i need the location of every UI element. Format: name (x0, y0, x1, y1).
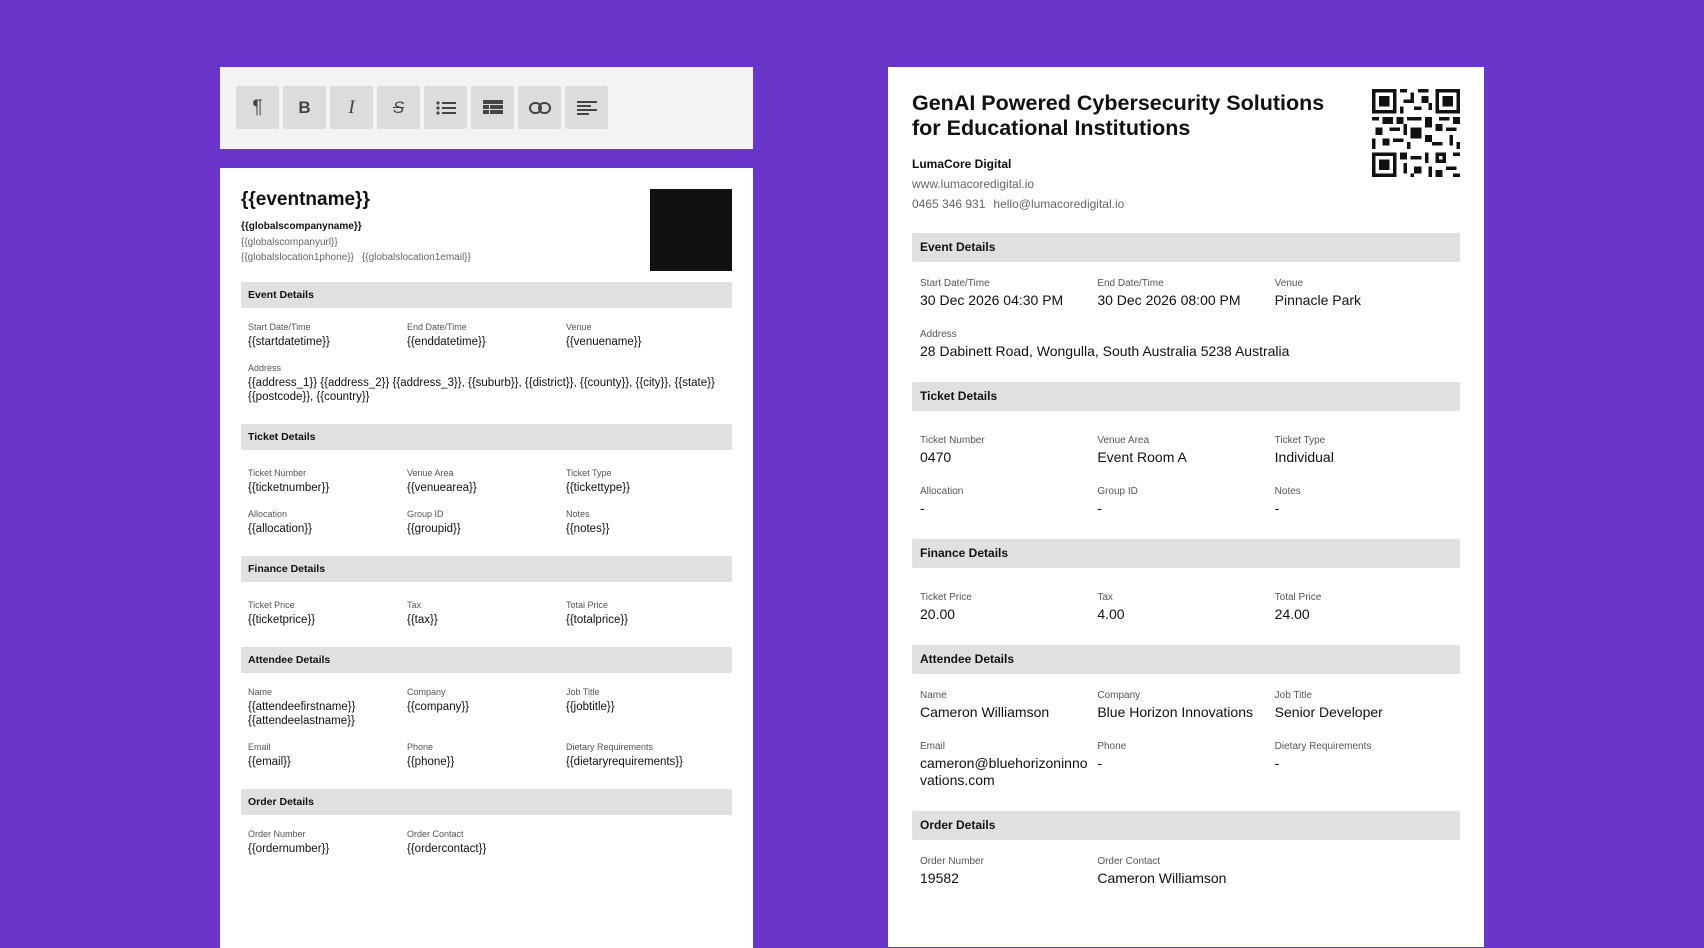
template-finance-details-heading: Finance Details (241, 556, 732, 582)
ticket-preview: GenAI Powered Cybersecurity Solutions fo… (888, 67, 1484, 947)
bulleted-list-button[interactable] (424, 86, 467, 129)
field-notes: Notes {{notes}} (566, 509, 610, 535)
field-venue-area: Venue Area {{venuearea}} (407, 468, 477, 494)
align-left-icon (576, 100, 597, 115)
field-name: Name {{attendeefirstname}} {{attendeelast… (248, 687, 356, 727)
preview-event-details: Start Date/Time 30 Dec 2026 04:30 PM End … (912, 262, 1460, 360)
preview-order-details: Order Number 19582 Order Contact Cameron W… (912, 840, 1460, 887)
logo-placeholder (650, 189, 732, 271)
preview-ticket-price: Ticket Price 20.00 (920, 592, 972, 622)
strikethrough-button[interactable]: S (377, 86, 420, 129)
field-company: Company {{company}} (407, 687, 470, 713)
field-order-number: Order Number {{ordernumber}} (248, 829, 330, 855)
field-ticket-type: Ticket Type {{tickettype}} (566, 468, 630, 494)
preview-finance-details-heading: Finance Details (912, 539, 1460, 568)
template-finance-details: Ticket Price {{ticketprice}} Tax {{tax}} T… (241, 582, 732, 627)
paragraph-icon: ¶ (252, 96, 263, 118)
preview-total-price: Total Price 24.00 (1274, 592, 1322, 622)
bold-button[interactable]: B (283, 86, 326, 129)
preview-start: Start Date/Time 30 Dec 2026 04:30 PM (920, 278, 1064, 308)
template-event-details-heading: Event Details (241, 282, 732, 308)
field-group-id: Group ID {{groupid}} (407, 509, 461, 535)
preview-tax: Tax 4.00 (1097, 592, 1125, 622)
preview-event-details-heading: Event Details (912, 233, 1460, 262)
field-venue: Venue {{venuename}} (566, 322, 642, 348)
align-left-button[interactable] (565, 86, 608, 129)
field-total-price: Total Price {{totalprice}} (566, 600, 629, 626)
preview-event-title: GenAI Powered Cybersecurity Solutions fo… (912, 91, 1325, 140)
field-address: Address {{address_1}} {{address_2}} {{add… (248, 363, 715, 403)
preview-email: hello@lumacoredigital.io (993, 197, 1125, 211)
preview-company-url: www.lumacoredigital.io (912, 177, 1035, 191)
field-end: End Date/Time {{enddatetime}} (407, 322, 486, 348)
preview-group-id: Group ID - (1097, 486, 1138, 516)
preview-header: GenAI Powered Cybersecurity Solutions fo… (912, 89, 1460, 211)
preview-contact-line: 0465 346 931 hello@lumacoredigital.io (912, 197, 1460, 211)
template-order-details: Order Number {{ordernumber}} Order Contac… (241, 815, 732, 856)
preview-dietary: Dietary Requirements - (1274, 741, 1372, 771)
field-ticket-price: Ticket Price {{ticketprice}} (248, 600, 316, 626)
field-allocation: Allocation {{allocation}} (248, 509, 312, 535)
preview-attendee-details-heading: Attendee Details (912, 645, 1460, 674)
preview-phone: 0465 346 931 (912, 197, 986, 211)
preview-job-title: Job Title Senior Developer (1274, 690, 1383, 720)
preview-ticket-details: Ticket Number 0470 Venue Area Event Room A… (912, 411, 1460, 517)
bulleted-list-icon (435, 100, 456, 115)
bold-icon: B (298, 97, 311, 117)
preview-address: Address 28 Dabinett Road, Wongulla, South… (920, 329, 1290, 359)
preview-company: Company Blue Horizon Innovations (1097, 690, 1253, 720)
template-attendee-details: Name {{attendeefirstname}} {{attendeelast… (241, 673, 732, 769)
preview-allocation: Allocation - (920, 486, 964, 516)
strikethrough-icon: S (392, 97, 405, 117)
preview-order-number: Order Number 19582 (920, 856, 984, 886)
template-phone: {{globalslocation1phone}} (241, 252, 354, 263)
field-dietary: Dietary Requirements {{dietaryrequirement… (566, 742, 683, 768)
preview-name: Name Cameron Williamson (920, 690, 1050, 720)
template-event-details: Start Date/Time {{startdatetime}} End Dat… (241, 308, 732, 404)
preview-order-contact: Order Contact Cameron Williamson (1097, 856, 1227, 886)
template-attendee-details-heading: Attendee Details (241, 647, 732, 673)
field-phone: Phone {{phone}} (407, 742, 455, 768)
table-icon (482, 99, 503, 114)
preview-ticket-number: Ticket Number 0470 (920, 435, 985, 465)
preview-venue-area: Venue Area Event Room A (1097, 435, 1187, 465)
preview-attendee-details: Name Cameron Williamson Company Blue Horiz… (912, 674, 1460, 789)
template-email: {{globalslocation1email}} (361, 252, 471, 263)
field-email: Email {{email}} (248, 742, 291, 768)
preview-end: End Date/Time 30 Dec 2026 08:00 PM (1097, 278, 1241, 308)
preview-email: Email cameron@bluehorizoninnovations.com (920, 741, 1088, 788)
link-button[interactable] (518, 86, 561, 129)
preview-phone: Phone - (1097, 741, 1127, 771)
table-button[interactable] (471, 86, 514, 129)
preview-finance-details: Ticket Price 20.00 Tax 4.00 Total Price 24.… (912, 568, 1460, 623)
field-order-contact: Order Contact {{ordercontact}} (407, 829, 487, 855)
field-job-title: Job Title {{jobtitle}} (566, 687, 615, 713)
template-ticket-details-heading: Ticket Details (241, 424, 732, 450)
preview-venue: Venue Pinnacle Park (1274, 278, 1362, 308)
preview-notes: Notes - (1274, 486, 1301, 516)
italic-icon: I (348, 96, 355, 118)
field-ticket-number: Ticket Number {{ticketnumber}} (248, 468, 330, 494)
template-ticket-details: Ticket Number {{ticketnumber}} Venue Area… (241, 450, 732, 536)
template-header: {{eventname}} {{globalscompanyname}} {{g… (241, 189, 732, 271)
paragraph-button[interactable]: ¶ (236, 86, 279, 129)
preview-ticket-details-heading: Ticket Details (912, 382, 1460, 411)
template-document[interactable]: {{eventname}} {{globalscompanyname}} {{g… (220, 168, 753, 948)
template-order-details-heading: Order Details (241, 789, 732, 815)
field-tax: Tax {{tax}} (407, 600, 438, 626)
qr-code (1372, 89, 1460, 177)
italic-button[interactable]: I (330, 86, 373, 129)
preview-order-details-heading: Order Details (912, 811, 1460, 840)
preview-ticket-type: Ticket Type Individual (1274, 435, 1334, 465)
editor-toolbar: ¶ B I S (220, 67, 753, 149)
field-start: Start Date/Time {{startdatetime}} (248, 322, 330, 348)
link-icon (528, 101, 551, 114)
